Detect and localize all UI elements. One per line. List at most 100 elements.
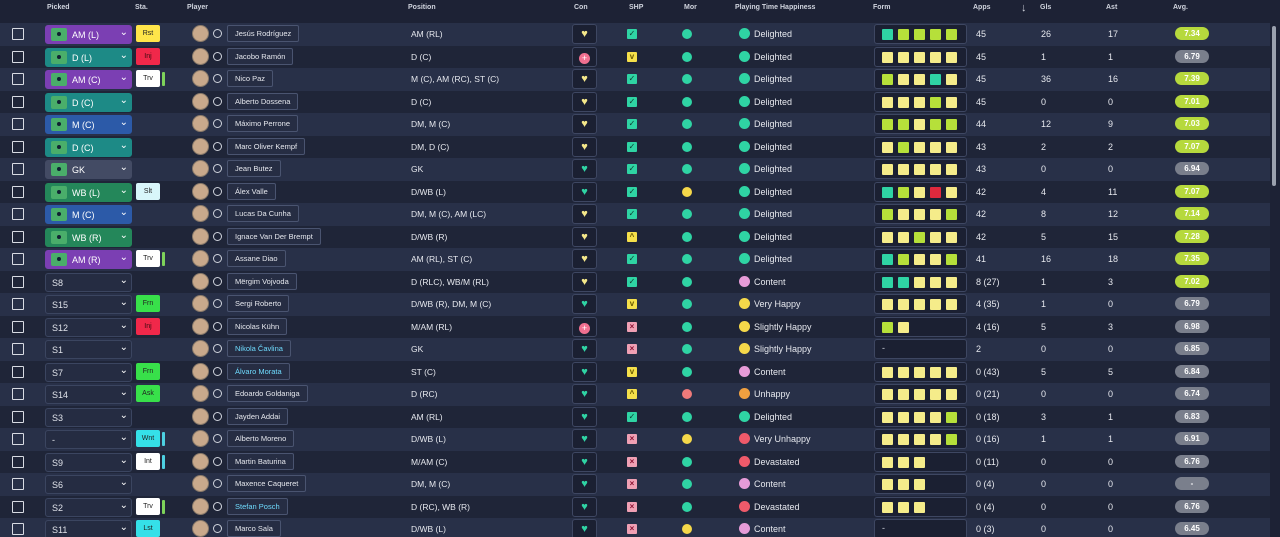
player-name-button[interactable]: Nico Paz (227, 70, 274, 87)
table-row[interactable]: M (C) ⌄ Máximo Perrone DM, M (C) ♥ ✓ Delighted… (0, 113, 1270, 136)
select-checkbox[interactable] (12, 298, 24, 310)
player-profile-icon[interactable] (213, 366, 222, 376)
table-row[interactable]: S7 ⌄ Frn Álvaro Morata ST (C) ♥ v Content 0 (43)… (0, 360, 1270, 383)
col-form[interactable]: Form (873, 4, 891, 11)
status-badge[interactable]: Trv (136, 70, 165, 87)
player-profile-icon[interactable] (213, 186, 222, 196)
col-morale[interactable]: Mor (684, 4, 697, 11)
player-name-button[interactable]: Jesús Rodríguez (227, 25, 300, 42)
table-row[interactable]: S9 ⌄ Int Martin Baturina M/AM (C) ♥ × Devastate… (0, 450, 1270, 473)
picked-position-dropdown[interactable]: AM (L) ⌄ (45, 25, 132, 44)
player-profile-icon[interactable] (213, 299, 222, 308)
table-row[interactable]: S3 ⌄ Jayden Addai AM (RL) ♥ ✓ Delighted 0 (18) 3… (0, 405, 1270, 428)
select-checkbox[interactable] (12, 343, 24, 355)
picked-position-dropdown[interactable]: M (C) ⌄ (45, 205, 132, 224)
table-row[interactable]: S1 ⌄ Nikola Čavlina GK ♥ × Slightly Happy - 2 0 0 6… (0, 338, 1270, 361)
select-checkbox[interactable] (12, 523, 24, 535)
picked-position-dropdown[interactable]: S14 ⌄ (45, 385, 132, 404)
col-avg-rating[interactable]: Avg. (1173, 4, 1188, 11)
select-checkbox[interactable] (12, 28, 24, 40)
table-row[interactable]: S2 ⌄ Trv Stefan Posch D (RC), WB (R) ♥ × Devast… (0, 495, 1270, 518)
table-row[interactable]: D (L) ⌄ Inj Jacobo Ramón D (C) + v Delighted 45 1… (0, 45, 1270, 68)
picked-position-dropdown[interactable]: S1 ⌄ (45, 340, 132, 359)
select-checkbox[interactable] (12, 50, 24, 63)
select-checkbox[interactable] (12, 73, 24, 85)
player-profile-icon[interactable] (213, 74, 222, 83)
status-badge[interactable]: Wnt (136, 430, 165, 447)
table-row[interactable]: S12 ⌄ Inj Nicolas Kühn M/AM (RL) + × Slightly H… (0, 315, 1270, 338)
player-name-button[interactable]: Alberto Moreno (227, 430, 295, 447)
player-name-button[interactable]: Jayden Addai (227, 407, 289, 425)
select-checkbox[interactable] (12, 365, 24, 378)
player-profile-icon[interactable] (213, 434, 222, 443)
col-position[interactable]: Position (408, 4, 436, 11)
picked-position-dropdown[interactable]: S11 ⌄ (45, 520, 132, 537)
select-checkbox[interactable] (12, 500, 24, 513)
picked-position-dropdown[interactable]: WB (L) ⌄ (45, 182, 132, 202)
player-profile-icon[interactable] (213, 209, 222, 218)
player-profile-icon[interactable] (213, 501, 222, 511)
table-row[interactable]: S14 ⌄ Ask Edoardo Goldaniga D (RC) ♥ ^ Unhappy 0… (0, 383, 1270, 406)
picked-position-dropdown[interactable]: S2 ⌄ (45, 497, 132, 517)
player-name-button[interactable]: Marco Sala (227, 520, 281, 537)
sort-arrow-icon[interactable]: ↓ (1021, 2, 1027, 14)
table-row[interactable]: GK ⌄ Jean Butez GK ♥ ✓ Delighted 43 0 0 6.94 (0, 158, 1270, 181)
player-name-button[interactable]: Stefan Posch (227, 497, 288, 515)
col-playing-time-happiness[interactable]: Playing Time Happiness (735, 4, 815, 11)
player-profile-icon[interactable] (213, 51, 222, 61)
status-badge[interactable]: Inj (136, 317, 160, 335)
player-profile-icon[interactable] (213, 29, 222, 38)
select-checkbox[interactable] (12, 208, 24, 220)
picked-position-dropdown[interactable]: S6 ⌄ (45, 475, 132, 494)
player-profile-icon[interactable] (213, 254, 222, 263)
player-name-button[interactable]: Edoardo Goldaniga (227, 385, 308, 402)
picked-position-dropdown[interactable]: M (C) ⌄ (45, 115, 132, 134)
table-row[interactable]: S6 ⌄ Maxence Caqueret DM, M (C) ♥ × Content 0 (… (0, 473, 1270, 496)
select-checkbox[interactable] (12, 410, 24, 423)
table-row[interactable]: S11 ⌄ Lst Marco Sala D/WB (L) ♥ × Content - 0 (3)… (0, 518, 1270, 537)
select-checkbox[interactable] (12, 388, 24, 400)
player-name-button[interactable]: Jean Butez (227, 160, 281, 177)
player-name-button[interactable]: Mërgim Vojvoda (227, 272, 297, 290)
col-shp[interactable]: SHP (629, 4, 643, 11)
table-row[interactable]: M (C) ⌄ Lucas Da Cunha DM, M (C), AM (LC) ♥ ✓… (0, 203, 1270, 226)
player-profile-icon[interactable] (213, 456, 222, 466)
select-checkbox[interactable] (12, 185, 24, 198)
col-status[interactable]: Sta. (135, 4, 148, 11)
player-name-button[interactable]: Alberto Dossena (227, 92, 299, 110)
select-checkbox[interactable] (12, 433, 24, 445)
player-profile-icon[interactable] (213, 276, 222, 286)
scrollbar[interactable] (1272, 26, 1276, 186)
player-name-button[interactable]: Martin Baturina (227, 452, 294, 470)
status-badge[interactable]: Ask (136, 385, 160, 402)
select-checkbox[interactable] (12, 478, 24, 490)
picked-position-dropdown[interactable]: D (C) ⌄ (45, 137, 132, 157)
picked-position-dropdown[interactable]: D (C) ⌄ (45, 92, 132, 112)
status-badge[interactable]: Slt (136, 182, 160, 200)
picked-position-dropdown[interactable]: D (L) ⌄ (45, 47, 132, 67)
player-profile-icon[interactable] (213, 411, 222, 421)
player-profile-icon[interactable] (213, 524, 222, 533)
col-goals[interactable]: Gls (1040, 4, 1051, 11)
picked-position-dropdown[interactable]: S3 ⌄ (45, 407, 132, 427)
picked-position-dropdown[interactable]: AM (C) ⌄ (45, 70, 132, 89)
status-badge[interactable]: Rst (136, 25, 160, 42)
select-checkbox[interactable] (12, 118, 24, 130)
player-name-button[interactable]: Máximo Perrone (227, 115, 299, 132)
player-profile-icon[interactable] (213, 164, 222, 173)
status-badge[interactable]: Int (136, 452, 165, 470)
picked-position-dropdown[interactable]: S9 ⌄ (45, 452, 132, 472)
player-name-button[interactable]: Nicolas Kühn (227, 317, 288, 335)
select-checkbox[interactable] (12, 275, 24, 288)
status-badge[interactable]: Trv (136, 250, 165, 267)
player-name-button[interactable]: Álex Valle (227, 182, 276, 200)
col-player[interactable]: Player (187, 4, 208, 11)
table-row[interactable]: WB (L) ⌄ Slt Álex Valle D/WB (L) ♥ ✓ Delighted 4… (0, 180, 1270, 203)
select-checkbox[interactable] (12, 320, 24, 333)
player-name-button[interactable]: Lucas Da Cunha (227, 205, 299, 222)
select-checkbox[interactable] (12, 163, 24, 175)
select-checkbox[interactable] (12, 95, 24, 108)
table-row[interactable]: S15 ⌄ Frn Sergi Roberto D/WB (R), DM, M (C) ♥… (0, 293, 1270, 316)
table-row[interactable]: D (C) ⌄ Marc Oliver Kempf DM, D (C) ♥ ✓ Deligh… (0, 135, 1270, 158)
player-name-button[interactable]: Sergi Roberto (227, 295, 290, 312)
